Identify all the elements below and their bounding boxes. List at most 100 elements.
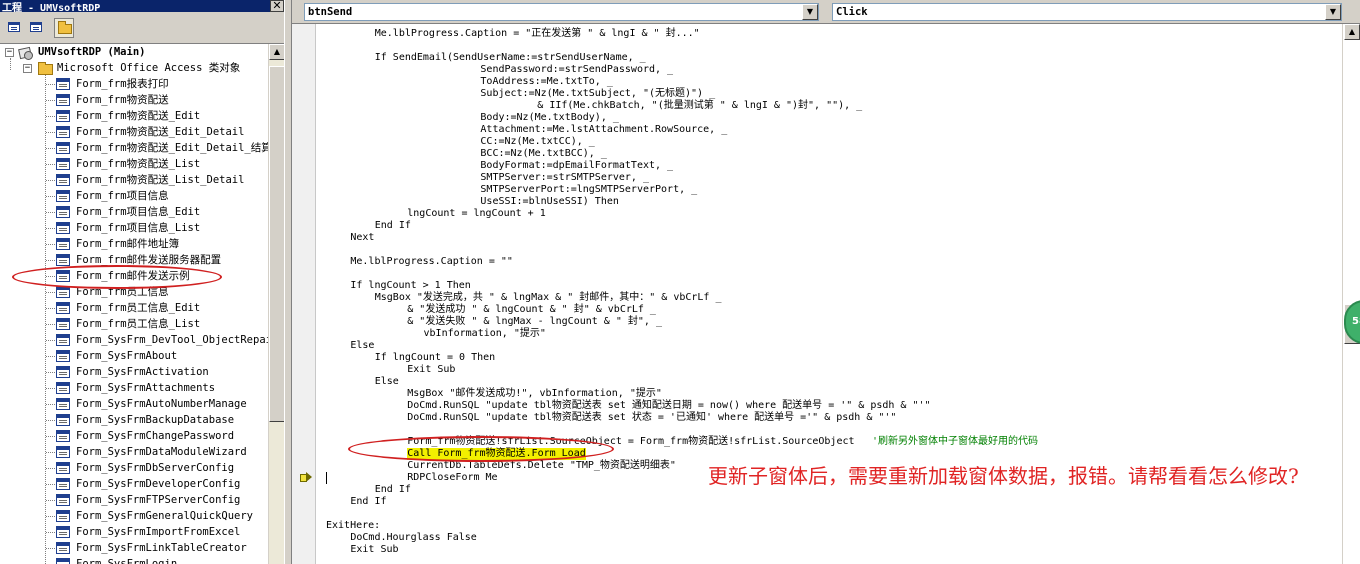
code-line[interactable]: Else — [350, 340, 374, 352]
tree-item[interactable]: Form_SysFrmImportFromExcel — [76, 524, 240, 540]
view-code-button[interactable] — [4, 18, 24, 38]
code-line[interactable]: DoCmd.RunSQL "update tbl物资配送表 set 状态 = '… — [407, 412, 896, 424]
scroll-up-icon[interactable]: ▲ — [269, 44, 285, 60]
open-folder-icon — [38, 62, 53, 75]
folder-expander[interactable]: − — [23, 64, 32, 73]
tree-item[interactable]: Form_frm项目信息 — [76, 188, 169, 204]
code-line[interactable]: CurrentDb.TableDefs.Delete "TMP_物资配送明细表" — [407, 460, 676, 472]
code-line[interactable]: Attachment:=Me.lstAttachment.RowSource, … — [480, 124, 727, 136]
form-module-icon — [56, 398, 70, 410]
code-line[interactable]: BodyFormat:=dpEmailFormatText, _ — [480, 160, 673, 172]
tree-item[interactable]: Form_frm报表打印 — [76, 76, 169, 92]
code-line[interactable]: End If — [375, 484, 411, 496]
tree-item[interactable]: Form_frm员工信息_List — [76, 316, 200, 332]
code-line[interactable]: Me.lblProgress.Caption = "" — [350, 256, 513, 268]
project-scroll-thumb[interactable] — [269, 66, 285, 422]
code-line[interactable]: Me.lblProgress.Caption = "正在发送第 " & lngI… — [375, 28, 700, 40]
code-line[interactable]: MsgBox "邮件发送成功!", vbInformation, "提示" — [407, 388, 662, 400]
close-icon[interactable]: ✕ — [270, 0, 284, 12]
pane-splitter[interactable] — [284, 0, 292, 564]
tree-item[interactable]: Form_frm物资配送_Edit_Detail — [76, 124, 244, 140]
form-module-icon — [56, 158, 70, 170]
form-module-icon — [56, 78, 70, 90]
code-line[interactable]: & "发送成功 " & lngCount & " 封" & vbCrLf _ — [407, 304, 656, 316]
tree-item[interactable]: Form_SysFrmBackupDatabase — [76, 412, 234, 428]
code-line[interactable]: MsgBox "发送完成，共 " & lngMax & " 封邮件，其中：" &… — [375, 292, 722, 304]
code-line[interactable]: RDPCloseForm Me — [407, 472, 497, 484]
toggle-folders-button[interactable] — [54, 18, 74, 38]
form-module-icon — [56, 126, 70, 138]
form-module-icon — [56, 526, 70, 538]
tree-item[interactable]: Form_SysFrmLogin — [76, 556, 177, 564]
code-line[interactable]: UseSSI:=blnUseSSI) Then — [480, 196, 618, 208]
code-margin[interactable] — [292, 24, 316, 564]
code-line[interactable]: DoCmd.Hourglass False — [350, 532, 476, 544]
form-module-icon — [56, 510, 70, 522]
form-module-icon — [56, 206, 70, 218]
tree-item[interactable]: Form_SysFrmAttachments — [76, 380, 215, 396]
code-line[interactable]: Next — [350, 232, 374, 244]
tree-item[interactable]: Form_SysFrmAutoNumberManage — [76, 396, 247, 412]
execution-point-arrow-icon — [300, 472, 312, 482]
code-line[interactable]: ToAddress:=Me.txtTo, _ — [480, 76, 612, 88]
chevron-down-icon[interactable]: ▼ — [1325, 4, 1341, 20]
code-line[interactable]: Body:=Nz(Me.txtBody), _ — [480, 112, 618, 124]
code-line[interactable]: CC:=Nz(Me.txtCC), _ — [480, 136, 594, 148]
code-line[interactable]: & "发送失败 " & lngMax - lngCount & " 封", _ — [407, 316, 662, 328]
tree-item[interactable]: Form_SysFrm_DevTool_ObjectRepair — [76, 332, 268, 348]
code-line[interactable]: Else — [375, 376, 399, 388]
code-line[interactable]: DoCmd.RunSQL "update tbl物资配送表 set 通知配送日期… — [407, 400, 930, 412]
code-line[interactable]: BCC:=Nz(Me.txtBCC), _ — [480, 148, 606, 160]
root-expander[interactable]: − — [5, 48, 14, 57]
tree-folder[interactable]: Microsoft Office Access 类对象 — [57, 60, 240, 76]
tree-item[interactable]: Form_frm项目信息_List — [76, 220, 200, 236]
tree-item[interactable]: Form_SysFrmDataModuleWizard — [76, 444, 247, 460]
code-line[interactable]: If SendEmail(SendUserName:=strSendUserNa… — [375, 52, 646, 64]
code-line[interactable]: lngCount = lngCount + 1 — [407, 208, 545, 220]
view-object-icon — [30, 22, 42, 32]
code-line[interactable]: End If — [350, 496, 386, 508]
view-object-button[interactable] — [26, 18, 46, 38]
tree-item[interactable]: Form_frm邮件地址簿 — [76, 236, 179, 252]
tree-root[interactable]: UMVsoftRDP (Main) — [38, 44, 145, 60]
tree-item[interactable]: Form_SysFrmGeneralQuickQuery — [76, 508, 253, 524]
code-line[interactable]: Subject:=Nz(Me.txtSubject, "(无标题)") _ — [480, 88, 715, 100]
code-line[interactable]: ExitHere: — [326, 520, 380, 532]
code-line[interactable]: Exit Sub — [350, 544, 398, 556]
code-line[interactable]: SMTPServer:=strSMTPServer, _ — [480, 172, 649, 184]
tree-item[interactable]: Form_frm员工信息_Edit — [76, 300, 200, 316]
tree-item[interactable]: Form_SysFrmActivation — [76, 364, 209, 380]
tree-item[interactable]: Form_frm物资配送_List_Detail — [76, 172, 244, 188]
code-line[interactable]: vbInformation, "提示" — [424, 328, 546, 340]
code-line[interactable]: SMTPServerPort:=lngSMTPServerPort, _ — [480, 184, 697, 196]
form-module-icon — [56, 94, 70, 106]
tree-item[interactable]: Form_SysFrmLinkTableCreator — [76, 540, 247, 556]
tree-item[interactable]: Form_frm物资配送_List — [76, 156, 200, 172]
tree-item[interactable]: Form_SysFrmChangePassword — [76, 428, 234, 444]
project-toolbar — [0, 12, 288, 44]
tree-item[interactable]: Form_frm项目信息_Edit — [76, 204, 200, 220]
tree-item[interactable]: Form_SysFrmFTPServerConfig — [76, 492, 240, 508]
project-scrollbar[interactable]: ▲ — [268, 44, 285, 564]
code-line[interactable]: SendPassword:=strSendPassword, _ — [480, 64, 673, 76]
tree-item[interactable]: Form_frm物资配送_Edit — [76, 108, 200, 124]
code-line[interactable]: End If — [375, 220, 411, 232]
tree-item[interactable]: Form_SysFrmDeveloperConfig — [76, 476, 240, 492]
tree-item[interactable]: Form_frm物资配送 — [76, 92, 169, 108]
procedure-combo[interactable]: Click ▼ — [832, 3, 1342, 21]
code-line[interactable]: If lngCount > 1 Then — [350, 280, 470, 292]
form-module-icon — [56, 110, 70, 122]
code-comment[interactable]: '刷新另外窗体中子窗体最好用的代码 — [872, 436, 1038, 448]
code-line[interactable]: & IIf(Me.chkBatch, "(批量测试第 " & lngI & ")… — [537, 100, 862, 112]
form-module-icon — [56, 174, 70, 186]
tree-item[interactable]: Form_SysFrmDbServerConfig — [76, 460, 234, 476]
tree-item[interactable]: Form_frm物资配送_Edit_Detail_结算 — [76, 140, 268, 156]
tree-item[interactable]: Form_SysFrmAbout — [76, 348, 177, 364]
form-module-icon — [56, 318, 70, 330]
scroll-up-icon[interactable]: ▲ — [1344, 24, 1360, 40]
form-module-icon — [56, 334, 70, 346]
code-line[interactable]: If lngCount = 0 Then — [375, 352, 495, 364]
code-line[interactable]: Exit Sub — [407, 364, 455, 376]
object-combo[interactable]: btnSend ▼ — [304, 3, 819, 21]
chevron-down-icon[interactable]: ▼ — [802, 4, 818, 20]
